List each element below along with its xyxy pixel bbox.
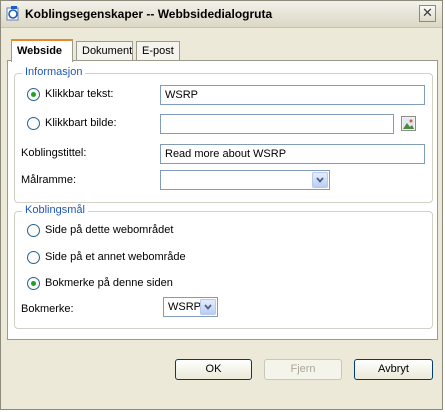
link-properties-dialog: Koblingsegenskaper -- Webbsidedialogruta… [0,0,443,410]
target-other-site-label: Side på et annet webområde [45,251,186,263]
target-frame-dropdown-button[interactable] [312,172,328,188]
target-same-site-radio[interactable] [27,224,40,237]
bookmark-value: WSRP [168,301,201,313]
target-bookmark-label: Bokmerke på denne siden [45,277,173,289]
tab-webside[interactable]: Webside [11,39,73,62]
close-button[interactable]: ✕ [419,5,436,22]
tab-label: Webside [17,45,63,57]
link-title-field[interactable]: Read more about WSRP [160,144,425,164]
clickable-text-radio[interactable] [27,88,40,101]
tab-panel: Informasjon Klikkbar tekst: WSRP Klikkba… [7,60,438,340]
window-title: Koblingsegenskaper -- Webbsidedialogruta [25,7,273,21]
tab-label: Dokument [82,45,133,57]
target-bookmark-radio[interactable] [27,277,40,290]
ok-button[interactable]: OK [175,359,252,380]
chevron-down-icon [204,304,212,310]
clickable-image-radio[interactable] [27,117,40,130]
target-other-site-radio[interactable] [27,251,40,264]
link-title-label: Koblingstittel: [21,147,87,159]
clickable-image-field[interactable] [160,114,394,134]
window-app-icon [6,6,19,21]
image-browse-icon[interactable] [401,116,416,131]
target-frame-label: Målramme: [21,174,77,186]
cancel-button[interactable]: Avbryt [354,359,433,380]
target-frame-select[interactable] [160,170,330,190]
title-bar: Koblingsegenskaper -- Webbsidedialogruta… [1,1,442,28]
radio-selected-dot [31,281,36,286]
target-same-site-label: Side på dette webområdet [45,224,174,236]
clickable-image-label: Klikkbart bilde: [45,117,117,129]
info-legend: Informasjon [22,66,86,78]
remove-button[interactable]: Fjern [264,359,342,380]
bookmark-dropdown-button[interactable] [200,299,216,315]
bookmark-label: Bokmerke: [21,303,74,315]
clickable-text-field[interactable]: WSRP [160,85,425,105]
clickable-text-label: Klikkbar tekst: [45,88,114,100]
tab-dokument[interactable]: Dokument [76,41,133,60]
tab-label: E-post [142,45,174,57]
tab-e-post[interactable]: E-post [136,41,180,60]
close-icon: ✕ [422,5,433,20]
radio-selected-dot [31,92,36,97]
chevron-down-icon [316,177,324,183]
bookmark-select[interactable]: WSRP [163,297,218,317]
link-target-legend: Koblingsmål [22,204,88,216]
